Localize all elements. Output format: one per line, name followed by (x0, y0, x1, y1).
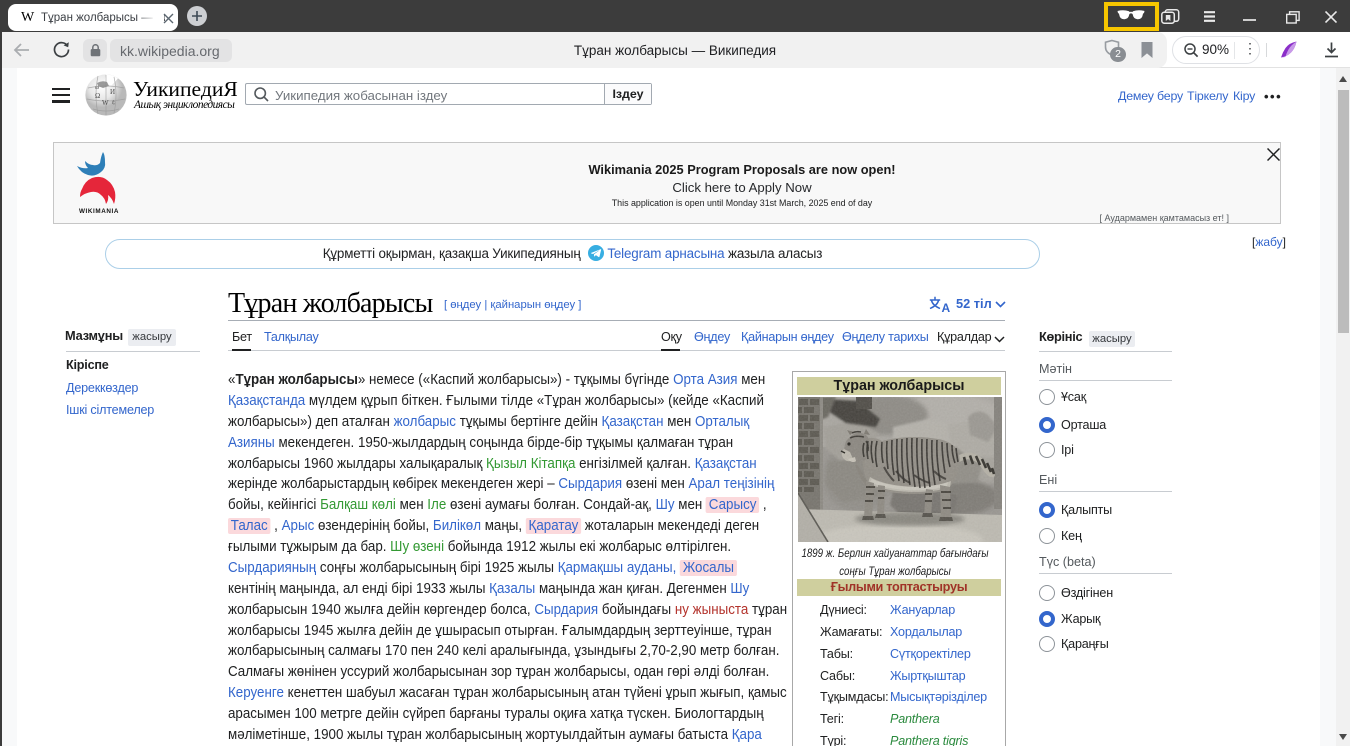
svg-text:И: И (110, 88, 115, 96)
svg-text:A: A (942, 301, 951, 313)
svg-text:W: W (102, 99, 109, 107)
svg-text:Ω: Ω (95, 92, 100, 100)
svg-text:ع: ع (112, 100, 115, 105)
